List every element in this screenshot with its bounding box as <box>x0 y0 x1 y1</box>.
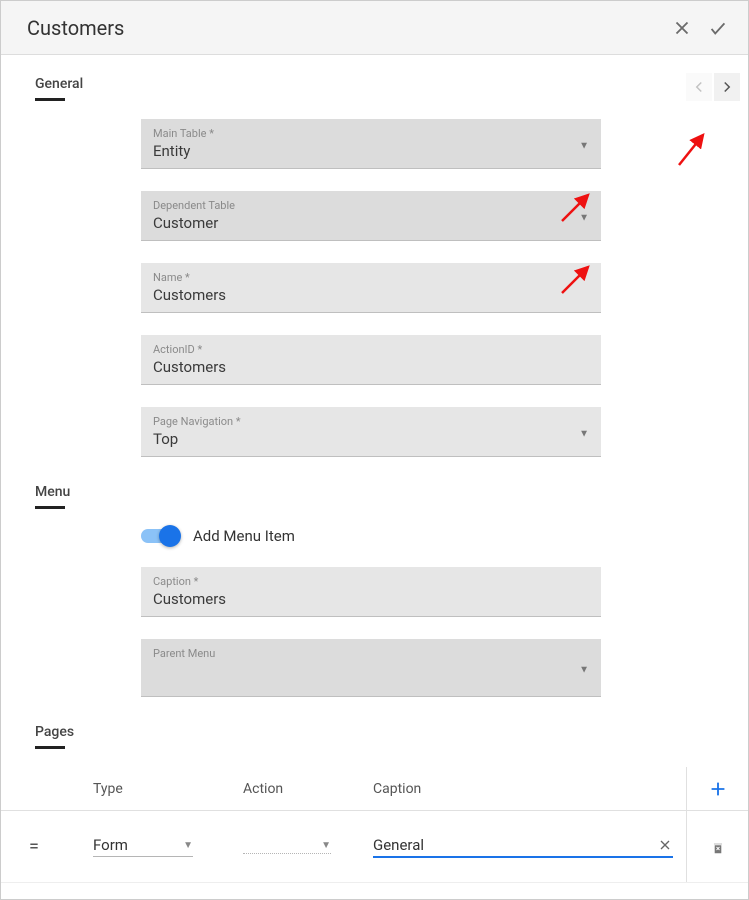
input-value: General <box>373 836 424 854</box>
chevron-left-icon <box>690 78 708 96</box>
add-page-button[interactable] <box>686 767 748 810</box>
dialog-title: Customers <box>27 16 664 40</box>
field-value: Entity <box>153 142 589 162</box>
field-label: Page Navigation * <box>153 415 589 428</box>
toggle-label: Add Menu Item <box>193 527 295 545</box>
add-menu-item-toggle[interactable] <box>141 529 177 543</box>
field-value: Customer <box>153 214 589 234</box>
close-icon <box>671 17 693 39</box>
delete-row-button[interactable] <box>686 811 748 882</box>
field-value <box>153 662 589 682</box>
menu-caption-input[interactable]: Caption * Customers <box>141 567 601 617</box>
section-underline <box>35 506 65 509</box>
field-value: Customers <box>153 358 589 378</box>
field-label: Parent Menu <box>153 647 589 660</box>
field-label: ActionID * <box>153 343 589 356</box>
parent-menu-select[interactable]: Parent Menu ▼ <box>141 639 601 697</box>
next-page-button[interactable] <box>714 73 740 101</box>
confirm-button[interactable] <box>700 10 736 46</box>
chevron-right-icon <box>718 78 736 96</box>
row-caption-input[interactable]: General <box>373 836 673 858</box>
field-label: Dependent Table <box>153 199 589 212</box>
dependent-table-select[interactable]: Dependent Table Customer ▼ <box>141 191 601 241</box>
check-icon <box>707 17 729 39</box>
caret-down-icon: ▼ <box>321 840 331 851</box>
drag-handle[interactable]: = <box>19 836 49 857</box>
section-heading-general: General <box>35 76 83 98</box>
annotation-arrow <box>675 127 735 171</box>
column-header-type: Type <box>83 781 243 797</box>
trash-icon <box>709 838 727 856</box>
select-value: Form <box>93 836 128 854</box>
page-navigation-select[interactable]: Page Navigation * Top ▼ <box>141 407 601 457</box>
field-label: Main Table * <box>153 127 589 140</box>
close-button[interactable] <box>664 10 700 46</box>
column-header-caption: Caption <box>373 781 686 797</box>
row-type-select[interactable]: Form ▼ <box>93 836 193 857</box>
column-header-action: Action <box>243 781 373 797</box>
field-value: Customers <box>153 590 589 610</box>
section-heading-pages: Pages <box>35 724 74 746</box>
caret-down-icon: ▼ <box>183 840 193 851</box>
field-value: Customers <box>153 286 589 306</box>
field-value: Top <box>153 430 589 450</box>
prev-page-button <box>686 73 712 101</box>
field-label: Caption * <box>153 575 589 588</box>
dialog-header: Customers <box>1 1 748 55</box>
name-input[interactable]: Name * Customers <box>141 263 601 313</box>
caret-down-icon: ▼ <box>579 664 589 675</box>
plus-icon <box>707 778 729 800</box>
section-heading-menu: Menu <box>35 484 70 506</box>
table-row: = Form ▼ ▼ General <box>1 811 748 883</box>
action-id-input[interactable]: ActionID * Customers <box>141 335 601 385</box>
section-underline <box>35 746 65 749</box>
clear-icon[interactable] <box>657 837 673 853</box>
caret-down-icon: ▼ <box>579 428 589 439</box>
caret-down-icon: ▼ <box>579 212 589 223</box>
pages-table: Type Action Caption = Form ▼ <box>1 767 748 883</box>
main-table-select[interactable]: Main Table * Entity ▼ <box>141 119 601 169</box>
field-label: Name * <box>153 271 589 284</box>
caret-down-icon: ▼ <box>579 140 589 151</box>
row-action-select[interactable]: ▼ <box>243 840 331 854</box>
section-underline <box>35 98 65 101</box>
